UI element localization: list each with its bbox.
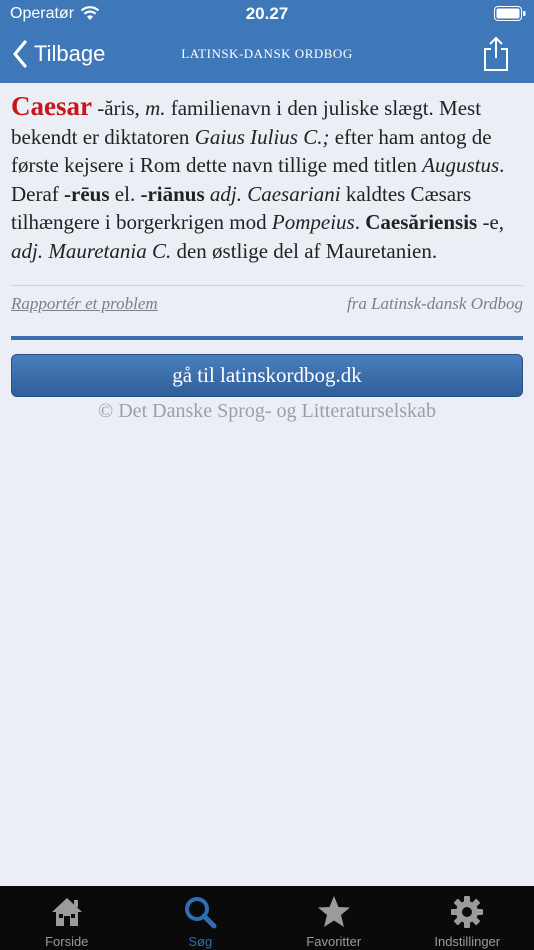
- entry-italic: m.: [145, 96, 166, 120]
- navigation-bar: Operatør 20.27 Tilbage LATINSK-DANSK ORD…: [0, 0, 534, 83]
- entry-text: el.: [109, 181, 141, 206]
- status-bar: Operatør 20.27: [0, 0, 534, 28]
- entry-text: -ăris,: [91, 96, 146, 120]
- entry-bold: -rēus: [64, 181, 110, 206]
- tab-bar: Forside Søg Favoritter Indstillinger: [0, 886, 534, 950]
- entry-text: den østlige del af Mauretanien.: [171, 238, 438, 263]
- entry-text: -e,: [477, 210, 505, 234]
- tab-favoritter[interactable]: Favoritter: [267, 886, 401, 950]
- entry-italic: adj. Mauretania C.: [11, 238, 172, 263]
- page-title: LATINSK-DANSK ORDBOG: [181, 46, 353, 61]
- section-divider: [11, 336, 523, 340]
- entry-italic: adj.: [209, 181, 242, 206]
- share-icon[interactable]: [482, 36, 510, 72]
- entry-italic: Gaius Iulius C.;: [194, 124, 330, 149]
- tab-soeg[interactable]: Søg: [134, 886, 268, 950]
- star-icon: [317, 896, 350, 927]
- battery-icon: [494, 6, 526, 21]
- entry-meta: Rapportér et problem fra Latinsk-dansk O…: [11, 294, 523, 314]
- entry-italic: Augustus: [422, 153, 500, 177]
- entry-content: Caesar -ăris, m. familienavn i den julis…: [11, 92, 523, 423]
- entry-italic: Pompeius: [271, 210, 355, 234]
- entry-text: .: [354, 210, 366, 234]
- search-icon: [185, 897, 217, 929]
- tab-label: Forside: [45, 934, 89, 949]
- clock: 20.27: [245, 4, 289, 23]
- divider: [11, 285, 523, 286]
- copyright-text: © Det Danske Sprog- og Litteraturselskab: [98, 400, 436, 422]
- source-label: fra Latinsk-dansk Ordbog: [347, 294, 523, 313]
- house-icon: [51, 898, 82, 926]
- entry-bold: Caesăriensis: [365, 210, 478, 234]
- gear-icon: [451, 896, 484, 928]
- tab-label: Søg: [188, 934, 213, 949]
- headword: Caesar: [11, 91, 92, 121]
- tab-label: Indstillinger: [434, 934, 501, 949]
- tab-indstillinger[interactable]: Indstillinger: [401, 886, 534, 950]
- report-problem-link[interactable]: Rapportér et problem: [11, 294, 158, 314]
- goto-website-button[interactable]: gå til latinskordbog.dk: [11, 354, 523, 397]
- dictionary-entry: Caesar -ăris, m. familienavn i den julis…: [11, 92, 523, 265]
- tab-label: Favoritter: [306, 934, 362, 949]
- entry-bold: -riānus: [140, 181, 205, 206]
- entry-italic: Caesariani: [247, 181, 341, 206]
- tab-forside[interactable]: Forside: [0, 886, 134, 950]
